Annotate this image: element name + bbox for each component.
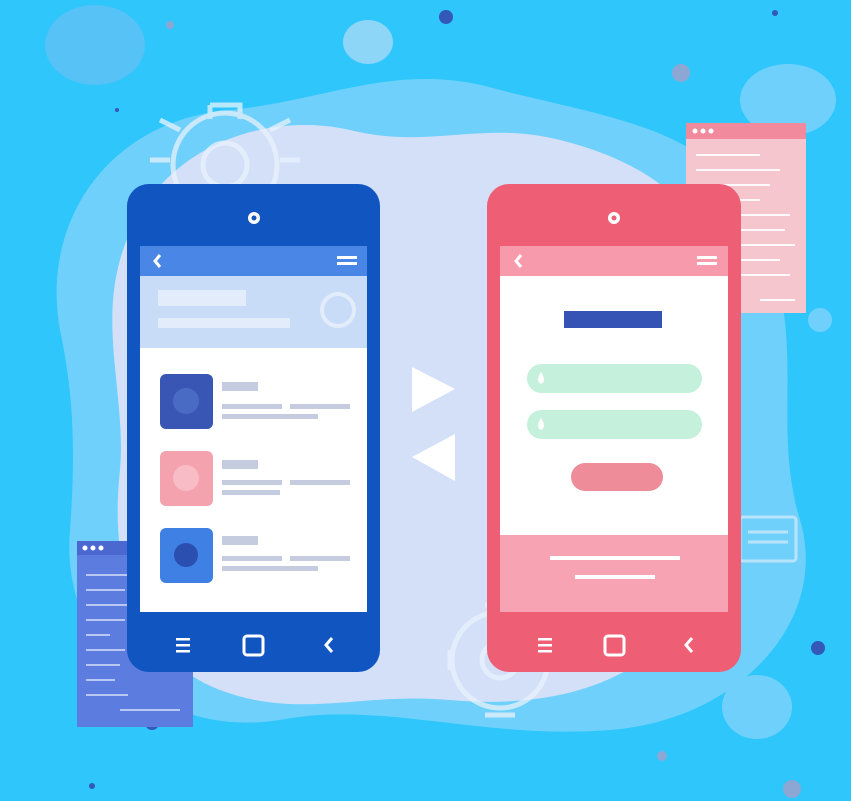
left-phone-header (140, 246, 367, 276)
right-phone (487, 184, 741, 672)
right-phone-footer (500, 535, 728, 612)
right-phone-header (500, 246, 728, 276)
illustration-canvas (0, 0, 851, 801)
bottom-right-blob (722, 675, 792, 739)
submit-button[interactable] (571, 463, 663, 491)
illustration-scene (0, 0, 851, 801)
form-title-bar (564, 311, 662, 328)
circle-icon (174, 543, 198, 567)
left-phone (127, 184, 380, 672)
left-nav-menu-icon[interactable] (176, 638, 190, 653)
top-left-blob (45, 5, 145, 85)
globe-icon (173, 465, 199, 491)
input-field[interactable] (527, 410, 702, 439)
globe-icon (173, 388, 199, 414)
left-phone-banner (140, 276, 367, 348)
small-blob (343, 20, 393, 64)
input-field[interactable] (527, 364, 702, 393)
right-nav-menu-icon[interactable] (538, 638, 552, 653)
